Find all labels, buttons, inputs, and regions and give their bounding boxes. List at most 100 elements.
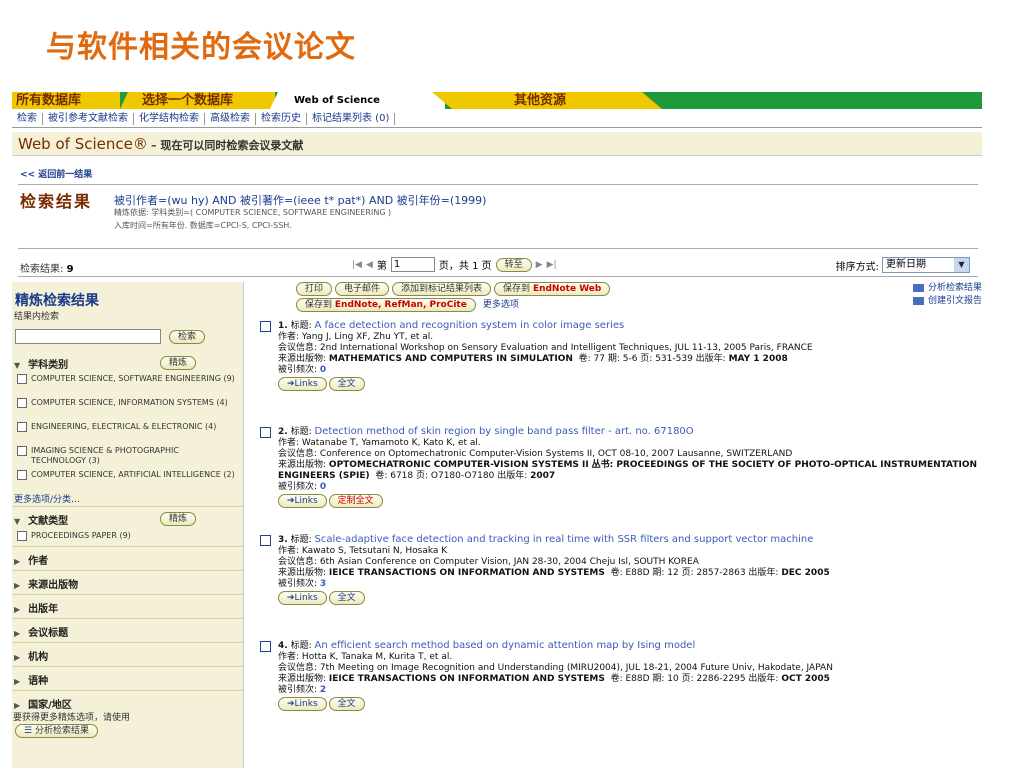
checkbox[interactable] <box>17 398 27 408</box>
links-button[interactable]: ➔Links <box>278 591 327 605</box>
subject-checkbox-item[interactable]: IMAGING SCIENCE & PHOTOGRAPHIC TECHNOLOG… <box>17 446 236 466</box>
results-header: 检索结果 被引作者=(wu hy) AND 被引著作=(ieee t* pat*… <box>20 188 486 230</box>
arrow-right-icon: ➔ <box>287 593 295 603</box>
category-pub-year[interactable]: ▶ 出版年 <box>14 600 58 615</box>
tab-all-databases[interactable]: 所有数据库 <box>12 92 120 109</box>
result-record: 1. 标题: A face detection and recognition … <box>260 320 982 391</box>
analyze-results-button[interactable]: ☰ 分析检索结果 <box>15 724 98 738</box>
links-button[interactable]: ➔Links <box>278 377 327 391</box>
category-source[interactable]: ▶ 来源出版物 <box>14 576 78 591</box>
more-options-link[interactable]: 更多选项 <box>483 298 519 313</box>
links-button[interactable]: ➔Links <box>278 494 327 508</box>
back-link[interactable]: << 返回前一结果 <box>20 167 92 180</box>
results-bar: 检索结果: 9 |◀ ◀ 第 页，共 1 页 转至 ▶ ▶| 排序方式: 更新日… <box>20 256 970 276</box>
subject-checkbox-item[interactable]: COMPUTER SCIENCE, ARTIFICIAL INTELLIGENC… <box>17 470 236 480</box>
record-checkbox[interactable] <box>260 427 271 438</box>
checkbox[interactable] <box>17 374 27 384</box>
banner-brand: Web of Science® <box>18 135 148 153</box>
triangle-right-icon: ▶ <box>14 653 21 662</box>
citation-report-link[interactable]: 创建引文报告 <box>912 295 982 308</box>
timespan: 入库时间=所有年份. 数据库=CPCI-S, CPCI-SSH. <box>114 221 292 230</box>
record-checkbox[interactable] <box>260 641 271 652</box>
divider <box>18 248 978 249</box>
add-marked-button[interactable]: 添加到标记结果列表 <box>392 282 492 296</box>
category-author[interactable]: ▶ 作者 <box>14 552 48 567</box>
divider <box>12 570 244 571</box>
print-button[interactable]: 打印 <box>296 282 333 296</box>
doctype-checkbox-item[interactable]: PROCEEDINGS PAPER (9) <box>17 531 236 541</box>
search-within-input[interactable] <box>15 329 161 344</box>
subject-checkbox-item[interactable]: COMPUTER SCIENCE, INFORMATION SYSTEMS (4… <box>17 398 236 408</box>
first-page-icon[interactable]: |◀ <box>352 260 362 270</box>
result-record: 2. 标题: Detection method of skin region b… <box>260 426 982 508</box>
category-country[interactable]: ▶ 国家/地区 <box>14 696 72 711</box>
report-links: 分析检索结果 创建引文报告 <box>912 282 982 308</box>
search-within-button[interactable]: 检索 <box>169 330 206 344</box>
checkbox[interactable] <box>17 531 27 541</box>
subnav-cited-ref-search[interactable]: 被引参考文献检索 <box>43 112 134 125</box>
divider <box>18 276 978 277</box>
triangle-right-icon: ▶ <box>14 581 21 590</box>
category-conference[interactable]: ▶ 会议标题 <box>14 624 68 639</box>
checkbox[interactable] <box>17 446 27 456</box>
divider <box>12 546 244 547</box>
result-record: 3. 标题: Scale-adaptive face detection and… <box>260 534 982 605</box>
refine-doctype-button[interactable]: 精炼 <box>160 512 197 526</box>
chevron-down-icon[interactable]: ▼ <box>954 258 969 272</box>
subnav-marked-list[interactable]: 标记结果列表 (0) <box>307 112 396 125</box>
checkbox[interactable] <box>17 470 27 480</box>
custom-fulltext-button[interactable]: 定制全文 <box>328 494 383 508</box>
tab-web-of-science[interactable]: Web of Science <box>270 92 445 109</box>
prev-page-icon[interactable]: ◀ <box>366 260 373 270</box>
tab-other-resources[interactable]: 其他资源 <box>432 92 662 109</box>
divider <box>18 184 978 185</box>
wos-banner: Web of Science® – 现在可以同时检索会议录文献 <box>12 132 982 156</box>
page-input[interactable] <box>390 257 435 272</box>
divider <box>12 690 244 691</box>
more-options-link[interactable]: 更多选项/分类… <box>14 492 80 505</box>
subnav-structure-search[interactable]: 化学结构检索 <box>134 112 205 125</box>
checkbox[interactable] <box>17 422 27 432</box>
next-page-icon[interactable]: ▶ <box>536 260 543 270</box>
record-title-link[interactable]: Scale-adaptive face detection and tracki… <box>314 534 813 545</box>
sort-select[interactable]: 更新日期 ▼ <box>882 257 970 273</box>
bar-chart-icon <box>912 296 924 305</box>
category-institution[interactable]: ▶ 机构 <box>14 648 48 663</box>
last-page-icon[interactable]: ▶| <box>547 260 557 270</box>
record-checkbox[interactable] <box>260 321 271 332</box>
record-title-link[interactable]: A face detection and recognition system … <box>314 320 624 331</box>
category-subject[interactable]: ▼ 学科类别 <box>14 356 68 371</box>
record-checkbox[interactable] <box>260 535 271 546</box>
subnav-search-history[interactable]: 检索历史 <box>256 112 307 125</box>
analyze-link[interactable]: 分析检索结果 <box>912 282 982 295</box>
query-text: 被引作者=(wu hy) AND 被引著作=(ieee t* pat*) AND… <box>114 194 487 207</box>
category-language[interactable]: ▶ 语种 <box>14 672 48 687</box>
category-doc-type[interactable]: ▼ 文献类型 <box>14 512 68 527</box>
tab-choose-database[interactable]: 选择一个数据库 <box>120 92 275 109</box>
search-within-label: 结果内检索 <box>14 312 60 322</box>
subnav-advanced-search[interactable]: 高级检索 <box>205 112 256 125</box>
links-button[interactable]: ➔Links <box>278 697 327 711</box>
fulltext-button[interactable]: 全文 <box>328 697 365 711</box>
fulltext-button[interactable]: 全文 <box>328 591 365 605</box>
subject-checkbox-item[interactable]: COMPUTER SCIENCE, SOFTWARE ENGINEERING (… <box>17 374 236 384</box>
subnav-search[interactable]: 检索 <box>12 112 43 125</box>
arrow-right-icon: ➔ <box>287 699 295 709</box>
results-count: 检索结果: 9 <box>20 264 74 275</box>
arrow-right-icon: ➔ <box>287 496 295 506</box>
list-icon: ☰ <box>24 726 33 736</box>
sub-nav: 检索 被引参考文献检索 化学结构检索 高级检索 检索历史 标记结果列表 (0) <box>12 110 982 128</box>
go-button[interactable]: 转至 <box>495 257 532 272</box>
email-button[interactable]: 电子邮件 <box>335 282 390 296</box>
refine-title: 精炼检索结果 <box>15 293 99 309</box>
save-endnote-web-button[interactable]: 保存到 EndNote Web <box>494 282 611 296</box>
record-title-link[interactable]: Detection method of skin region by singl… <box>314 426 693 437</box>
refine-subject-button[interactable]: 精炼 <box>160 356 197 370</box>
save-endnote-button[interactable]: 保存到 EndNote, RefMan, ProCite <box>296 298 476 312</box>
analysis-note: 要获得更多精炼选项，请使用 <box>13 713 131 723</box>
subject-checkbox-item[interactable]: ENGINEERING, ELECTRICAL & ELECTRONIC (4) <box>17 422 236 432</box>
fulltext-button[interactable]: 全文 <box>328 377 365 391</box>
record-title-link[interactable]: An efficient search method based on dyna… <box>314 640 695 651</box>
triangle-down-icon: ▼ <box>14 361 21 370</box>
triangle-right-icon: ▶ <box>14 701 21 710</box>
